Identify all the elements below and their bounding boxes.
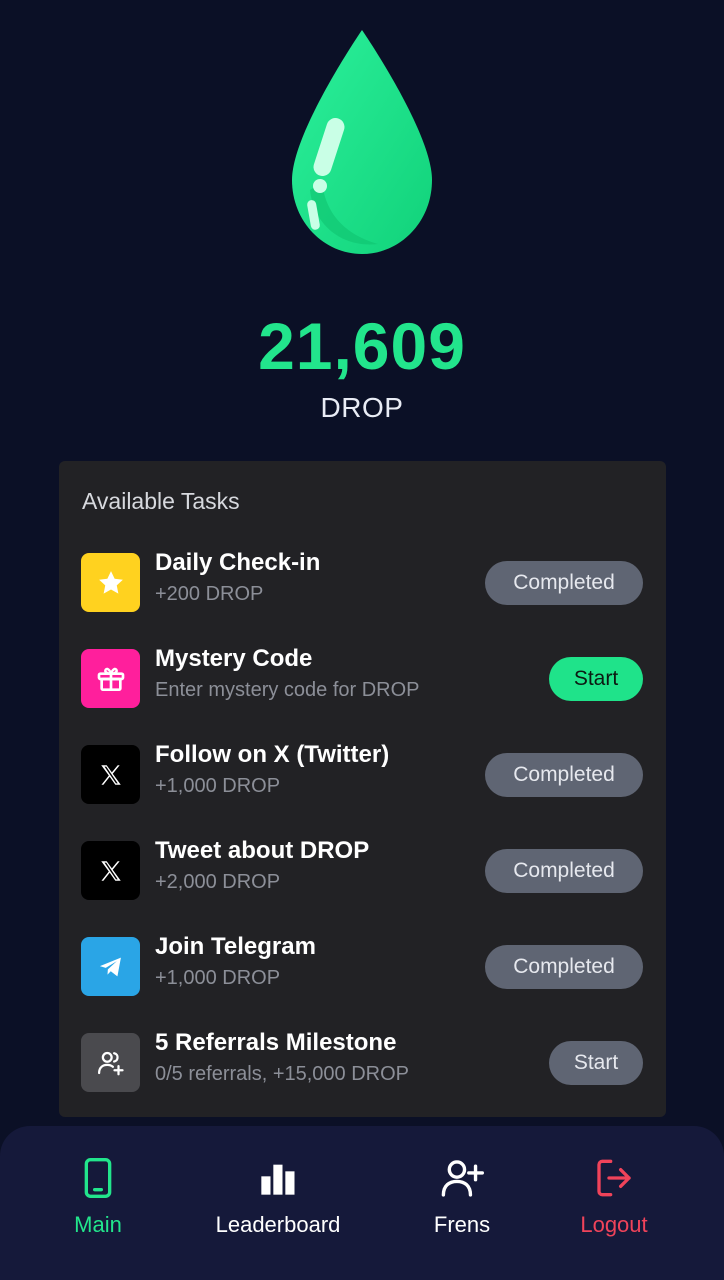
telegram-icon	[99, 957, 121, 976]
task-reward: +1,000 DROP	[155, 775, 281, 797]
task-title: Tweet about DROP	[155, 837, 370, 864]
water-drop-icon	[292, 30, 432, 254]
task-reward: +1,000 DROP	[155, 967, 281, 989]
x-logo-icon	[100, 860, 121, 881]
task-completed-button[interactable]: Completed	[485, 753, 643, 797]
task-join-telegram: Join Telegram +1,000 DROP Completed	[81, 933, 643, 999]
task-completed-button[interactable]: Completed	[485, 561, 643, 605]
nav-item-logout[interactable]: Logout	[529, 1156, 699, 1238]
user-plus-icon	[441, 1160, 484, 1197]
task-start-button[interactable]: Start	[549, 657, 643, 701]
task-mystery-code: Mystery Code Enter mystery code for DROP…	[81, 645, 643, 711]
task-reward: +200 DROP	[155, 583, 264, 605]
balance-amount: 21,609	[258, 309, 466, 383]
tasks-panel-title: Available Tasks	[82, 488, 240, 514]
nav-label-logout: Logout	[580, 1212, 648, 1237]
gift-icon	[97, 667, 124, 691]
task-completed-button[interactable]: Completed	[485, 849, 643, 893]
task-referrals-milestone: 5 Referrals Milestone 0/5 referrals, +15…	[81, 1029, 643, 1095]
nav-label-frens: Frens	[433, 1212, 491, 1237]
task-completed-button[interactable]: Completed	[485, 945, 643, 989]
x-logo-icon	[100, 764, 121, 785]
tasks-panel: Available Tasks Daily Check-in +200 DROP…	[59, 461, 666, 1117]
task-reward: Enter mystery code for DROP	[155, 679, 420, 701]
task-icon-container	[81, 841, 140, 900]
bottom-nav: Main Leaderboard Frens Logout	[0, 1126, 724, 1280]
task-daily-check-in: Daily Check-in +200 DROP Completed	[81, 549, 643, 615]
task-title: Follow on X (Twitter)	[155, 741, 390, 768]
bar-chart-icon	[261, 1164, 295, 1195]
task-tweet-about-drop: Tweet about DROP +2,000 DROP Completed	[81, 837, 643, 903]
task-icon-container	[81, 649, 140, 708]
phone-icon	[84, 1158, 112, 1198]
task-reward: +2,000 DROP	[155, 871, 281, 893]
balance-unit: DROP	[320, 392, 404, 423]
task-title: Daily Check-in	[155, 549, 321, 576]
star-icon	[98, 570, 123, 594]
task-title: Join Telegram	[155, 933, 316, 960]
task-icon-container	[81, 1033, 140, 1092]
nav-label-leaderboard: Leaderboard	[215, 1212, 341, 1237]
task-follow-x: Follow on X (Twitter) +1,000 DROP Comple…	[81, 741, 643, 807]
drop-logo	[0, 22, 724, 262]
users-plus-icon	[97, 1051, 124, 1075]
task-icon-container	[81, 745, 140, 804]
nav-item-frens[interactable]: Frens	[377, 1156, 547, 1238]
task-start-button[interactable]: Start	[549, 1041, 643, 1085]
nav-item-main[interactable]: Main	[13, 1156, 183, 1238]
nav-label-main: Main	[74, 1212, 122, 1237]
main-screen: 21,609 DROP Available Tasks Daily Check-…	[0, 0, 724, 1280]
task-icon-container	[81, 937, 140, 996]
task-icon-container	[81, 553, 140, 612]
logout-icon	[597, 1159, 631, 1197]
task-title: Mystery Code	[155, 645, 313, 672]
nav-item-leaderboard[interactable]: Leaderboard	[193, 1156, 363, 1238]
task-title: 5 Referrals Milestone	[155, 1029, 397, 1056]
task-reward: 0/5 referrals, +15,000 DROP	[155, 1063, 410, 1085]
